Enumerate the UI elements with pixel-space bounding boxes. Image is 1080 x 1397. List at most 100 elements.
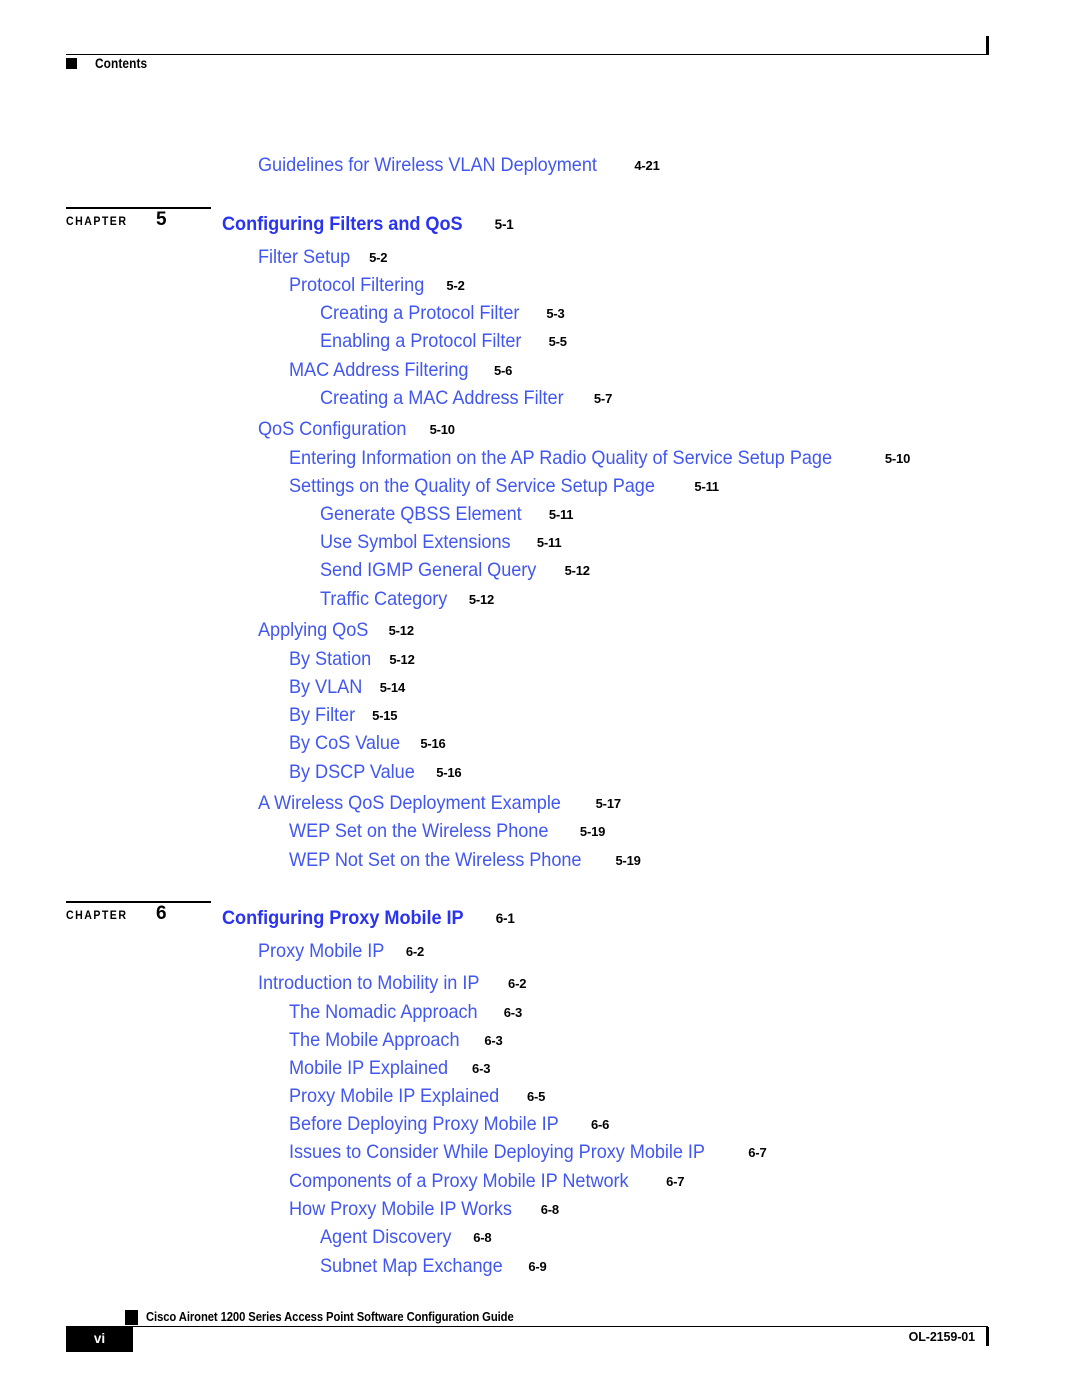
toc-entry[interactable]: Use Symbol Extensions 5-11 bbox=[320, 532, 562, 553]
toc-entry[interactable]: Proxy Mobile IP Explained 6-5 bbox=[289, 1086, 545, 1107]
toc-entry-page-number[interactable]: 5-19 bbox=[580, 825, 605, 838]
toc-entry-page-number[interactable]: 5-12 bbox=[389, 653, 414, 666]
toc-entry[interactable]: Introduction to Mobility in IP 6-2 bbox=[258, 973, 526, 994]
toc-entry[interactable]: Send IGMP General Query 5-12 bbox=[320, 560, 590, 581]
toc-entry-title[interactable]: By DSCP Value bbox=[289, 762, 415, 783]
toc-entry-title[interactable]: How Proxy Mobile IP Works bbox=[289, 1199, 512, 1220]
toc-entry-page-number[interactable]: 5-16 bbox=[420, 737, 445, 750]
toc-entry-page-number[interactable]: 5-11 bbox=[537, 536, 562, 549]
toc-entry-page-number[interactable]: 5-10 bbox=[885, 452, 910, 465]
toc-entry-title[interactable]: By Station bbox=[289, 649, 371, 670]
toc-entry-page-number[interactable]: 5-19 bbox=[615, 854, 640, 867]
toc-entry-title[interactable]: Traffic Category bbox=[320, 589, 447, 610]
toc-entry-page-number[interactable]: 5-14 bbox=[380, 681, 405, 694]
toc-entry-title[interactable]: The Nomadic Approach bbox=[289, 1002, 478, 1023]
toc-entry-title[interactable]: Filter Setup bbox=[258, 247, 350, 268]
toc-entry[interactable]: WEP Set on the Wireless Phone 5-19 bbox=[289, 821, 605, 842]
toc-entry[interactable]: The Nomadic Approach 6-3 bbox=[289, 1002, 522, 1023]
toc-entry-title[interactable]: MAC Address Filtering bbox=[289, 360, 468, 381]
toc-entry-page-number[interactable]: 6-7 bbox=[666, 1175, 684, 1188]
toc-entry-title[interactable]: WEP Set on the Wireless Phone bbox=[289, 821, 548, 842]
toc-entry-page-number[interactable]: 5-15 bbox=[372, 709, 397, 722]
toc-entry-page-number[interactable]: 6-3 bbox=[504, 1006, 522, 1019]
toc-entry-page-number[interactable]: 5-11 bbox=[549, 508, 574, 521]
toc-entry[interactable]: Filter Setup 5-2 bbox=[258, 247, 388, 268]
toc-entry-page-number[interactable]: 5-12 bbox=[389, 624, 414, 637]
toc-entry-title[interactable]: Use Symbol Extensions bbox=[320, 532, 511, 553]
toc-chapter-entry[interactable]: Configuring Proxy Mobile IP 6-1 bbox=[222, 908, 515, 929]
toc-entry-title[interactable]: Mobile IP Explained bbox=[289, 1058, 448, 1079]
toc-entry[interactable]: MAC Address Filtering 5-6 bbox=[289, 360, 512, 381]
toc-entry[interactable]: By VLAN 5-14 bbox=[289, 677, 405, 698]
toc-entry[interactable]: By CoS Value 5-16 bbox=[289, 733, 446, 754]
toc-entry-title[interactable]: The Mobile Approach bbox=[289, 1030, 460, 1051]
toc-entry-page-number[interactable]: 5-1 bbox=[495, 218, 514, 232]
toc-entry-title[interactable]: Proxy Mobile IP bbox=[258, 941, 384, 962]
toc-entry-title[interactable]: Proxy Mobile IP Explained bbox=[289, 1086, 499, 1107]
toc-entry[interactable]: WEP Not Set on the Wireless Phone 5-19 bbox=[289, 850, 641, 871]
toc-entry-title[interactable]: By CoS Value bbox=[289, 733, 400, 754]
toc-entry[interactable]: Before Deploying Proxy Mobile IP 6-6 bbox=[289, 1114, 609, 1135]
toc-entry-page-number[interactable]: 6-9 bbox=[528, 1260, 546, 1273]
toc-entry-page-number[interactable]: 6-2 bbox=[406, 945, 424, 958]
toc-entry-page-number[interactable]: 5-2 bbox=[446, 279, 464, 292]
toc-entry[interactable]: Traffic Category 5-12 bbox=[320, 589, 494, 610]
toc-entry[interactable]: QoS Configuration 5-10 bbox=[258, 419, 455, 440]
toc-entry-page-number[interactable]: 6-1 bbox=[496, 912, 515, 926]
toc-entry-title[interactable]: Enabling a Protocol Filter bbox=[320, 331, 521, 352]
toc-entry[interactable]: Protocol Filtering 5-2 bbox=[289, 275, 465, 296]
toc-entry-page-number[interactable]: 6-8 bbox=[473, 1231, 491, 1244]
toc-entry-title[interactable]: Introduction to Mobility in IP bbox=[258, 973, 479, 994]
toc-entry-page-number[interactable]: 6-7 bbox=[748, 1146, 766, 1159]
toc-entry[interactable]: Guidelines for Wireless VLAN Deployment 4… bbox=[258, 155, 660, 176]
toc-entry-title[interactable]: Subnet Map Exchange bbox=[320, 1256, 503, 1277]
toc-entry[interactable]: Issues to Consider While Deploying Proxy… bbox=[289, 1142, 767, 1163]
toc-entry-page-number[interactable]: 5-16 bbox=[436, 766, 461, 779]
toc-entry[interactable]: Mobile IP Explained 6-3 bbox=[289, 1058, 490, 1079]
toc-entry-page-number[interactable]: 5-11 bbox=[694, 480, 719, 493]
toc-entry[interactable]: How Proxy Mobile IP Works 6-8 bbox=[289, 1199, 559, 1220]
toc-entry-title[interactable]: Components of a Proxy Mobile IP Network bbox=[289, 1171, 629, 1192]
toc-entry-title[interactable]: Generate QBSS Element bbox=[320, 504, 522, 525]
toc-entry-page-number[interactable]: 6-3 bbox=[472, 1062, 490, 1075]
toc-entry[interactable]: Components of a Proxy Mobile IP Network 6… bbox=[289, 1171, 685, 1192]
toc-entry[interactable]: Proxy Mobile IP 6-2 bbox=[258, 941, 424, 962]
toc-entry[interactable]: By Station 5-12 bbox=[289, 649, 415, 670]
toc-entry-page-number[interactable]: 6-2 bbox=[508, 977, 526, 990]
toc-entry-page-number[interactable]: 5-7 bbox=[594, 392, 612, 405]
toc-entry[interactable]: By Filter 5-15 bbox=[289, 705, 397, 726]
toc-entry-title[interactable]: A Wireless QoS Deployment Example bbox=[258, 793, 561, 814]
toc-entry-page-number[interactable]: 5-2 bbox=[369, 251, 387, 264]
toc-entry-title[interactable]: Applying QoS bbox=[258, 620, 368, 641]
toc-entry[interactable]: Subnet Map Exchange 6-9 bbox=[320, 1256, 547, 1277]
toc-entry-page-number[interactable]: 5-12 bbox=[469, 593, 494, 606]
toc-entry-page-number[interactable]: 6-6 bbox=[591, 1118, 609, 1131]
toc-entry[interactable]: By DSCP Value 5-16 bbox=[289, 762, 462, 783]
toc-entry-page-number[interactable]: 5-12 bbox=[565, 564, 590, 577]
toc-entry-title[interactable]: Creating a Protocol Filter bbox=[320, 303, 519, 324]
toc-entry-title[interactable]: QoS Configuration bbox=[258, 419, 406, 440]
toc-entry[interactable]: Creating a MAC Address Filter 5-7 bbox=[320, 388, 612, 409]
toc-entry-title[interactable]: Creating a MAC Address Filter bbox=[320, 388, 564, 409]
toc-entry[interactable]: Generate QBSS Element 5-11 bbox=[320, 504, 574, 525]
toc-chapter-entry[interactable]: Configuring Filters and QoS 5-1 bbox=[222, 214, 514, 235]
toc-entry-page-number[interactable]: 5-5 bbox=[549, 335, 567, 348]
toc-entry-title[interactable]: Send IGMP General Query bbox=[320, 560, 536, 581]
toc-entry-title[interactable]: Protocol Filtering bbox=[289, 275, 424, 296]
toc-entry-page-number[interactable]: 5-10 bbox=[430, 423, 455, 436]
toc-entry-title[interactable]: Before Deploying Proxy Mobile IP bbox=[289, 1114, 559, 1135]
toc-entry[interactable]: Settings on the Quality of Service Setup… bbox=[289, 476, 719, 497]
toc-entry-title[interactable]: Settings on the Quality of Service Setup… bbox=[289, 476, 655, 497]
toc-entry-page-number[interactable]: 5-3 bbox=[546, 307, 564, 320]
toc-entry[interactable]: Applying QoS 5-12 bbox=[258, 620, 414, 641]
toc-entry-title[interactable]: By VLAN bbox=[289, 677, 362, 698]
toc-entry[interactable]: Enabling a Protocol Filter 5-5 bbox=[320, 331, 567, 352]
toc-entry-title[interactable]: WEP Not Set on the Wireless Phone bbox=[289, 850, 582, 871]
toc-entry-page-number[interactable]: 6-8 bbox=[541, 1203, 559, 1216]
toc-entry-title[interactable]: Agent Discovery bbox=[320, 1227, 451, 1248]
toc-entry[interactable]: A Wireless QoS Deployment Example 5-17 bbox=[258, 793, 621, 814]
toc-entry-page-number[interactable]: 5-6 bbox=[494, 364, 512, 377]
toc-entry-title[interactable]: Guidelines for Wireless VLAN Deployment bbox=[258, 155, 597, 176]
toc-entry-page-number[interactable]: 6-5 bbox=[527, 1090, 545, 1103]
toc-entry-page-number[interactable]: 4-21 bbox=[634, 159, 659, 172]
